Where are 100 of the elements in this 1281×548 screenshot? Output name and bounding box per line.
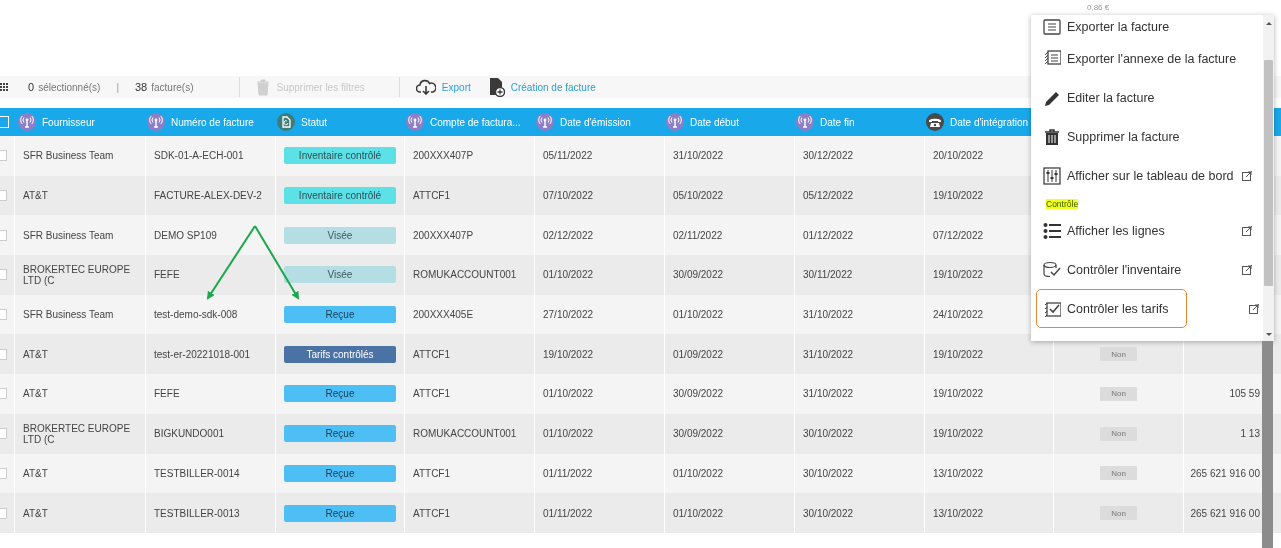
table-cell: 30/11/2022 xyxy=(803,269,853,281)
table-cell: 30/09/2022 xyxy=(673,388,724,400)
status-badge: Tarifs contrôlés xyxy=(284,345,396,363)
table-cell-text: BROKERTEC EUROPE LTD (C xyxy=(23,263,132,286)
table-row[interactable]: BROKERTEC EUROPE LTD (C BIGKUNDO001 Reçue ROMUKACCOUNT001 01/10/2022 30/09/2022 30/10/2022 19/10/2022 Non 1 13 xyxy=(0,413,1281,454)
signal-icon xyxy=(666,113,684,131)
selected-label: sélectionné(s) xyxy=(38,81,101,93)
separator-text: | xyxy=(116,81,119,93)
documents-icon xyxy=(1043,49,1061,68)
table-row[interactable]: AT&T FEFE Reçue ATTCF1 01/10/2022 30/09/2022 31/10/2022 19/10/2022 Non 105 59 xyxy=(0,374,1281,414)
table-cell: 05/10/2022 xyxy=(673,190,724,202)
table-cell: 01/12/2022 xyxy=(803,229,854,241)
trash-icon xyxy=(256,78,271,96)
menu-item[interactable]: Exporter la facture xyxy=(1036,15,1257,39)
table-cell-text: BROKERTEC EUROPE LTD (C xyxy=(23,422,132,445)
table-cell: 01/10/2022 xyxy=(673,467,724,479)
table-cell: ROMUKACCOUNT001 xyxy=(413,269,517,281)
status-badge: Reçue xyxy=(284,425,396,443)
table-cell: 13/10/2022 xyxy=(933,507,984,519)
table-cell: 31/10/2022 xyxy=(803,388,854,400)
status-badge: Reçue xyxy=(284,464,396,482)
telephone-icon xyxy=(926,113,944,131)
table-cell: FACTURE-ALEX-DEV-2 xyxy=(154,190,262,202)
sliders-icon xyxy=(1043,166,1061,185)
status-badge: Visée xyxy=(284,266,396,284)
checkbox-icon xyxy=(1043,299,1061,318)
table-cell: 19/10/2022 xyxy=(933,388,984,400)
status-badge: Reçue xyxy=(284,385,396,403)
table-cell: 19/10/2022 xyxy=(933,190,984,202)
status-badge: Non xyxy=(1100,386,1137,401)
table-cell: 07/12/2022 xyxy=(933,229,984,241)
status-badge: Inventaire contrôlé xyxy=(284,187,396,205)
table-cell: ATTCF1 xyxy=(413,388,451,400)
table-cell: 19/10/2022 xyxy=(543,348,594,360)
status-badge: Visée xyxy=(284,226,396,244)
table-cell: SDK-01-A-ECH-001 xyxy=(154,150,244,162)
scrollbar-thumb[interactable] xyxy=(1262,341,1273,548)
status-badge: Inventaire contrôlé xyxy=(284,147,396,165)
list-icon xyxy=(1043,221,1061,240)
table-cell: FEFE xyxy=(154,388,180,400)
table-cell: 30/10/2022 xyxy=(803,467,854,479)
menu-item[interactable]: Exporter l'annexe de la facture xyxy=(1036,39,1257,78)
table-cell: 200XXX405E xyxy=(413,309,474,321)
scroll-down-icon xyxy=(1265,332,1272,337)
menu-item[interactable]: Editer la facture xyxy=(1036,78,1257,117)
table-cell: 200XXX407P xyxy=(413,229,474,241)
signal-icon xyxy=(147,113,165,131)
table-cell: DEMO SP109 xyxy=(154,229,217,241)
table-cell: ATTCF1 xyxy=(413,507,451,519)
table-cell: TESTBILLER-0014 xyxy=(154,467,240,479)
status-badge: Non xyxy=(1100,426,1137,441)
table-cell: 19/10/2022 xyxy=(933,269,984,281)
status-badge: Reçue xyxy=(284,306,396,324)
table-cell: ROMUKACCOUNT001 xyxy=(413,428,517,440)
status-badge: Non xyxy=(1100,347,1137,362)
grid-icon xyxy=(0,83,8,91)
table-cell: SFR Business Team xyxy=(23,309,114,321)
status-badge: Non xyxy=(1100,466,1137,481)
table-cell: 24/10/2022 xyxy=(933,309,984,321)
table-cell: 19/10/2022 xyxy=(933,428,984,440)
table-row[interactable]: AT&T TESTBILLER-0014 Reçue ATTCF1 01/11/2022 01/10/2022 30/10/2022 13/10/2022 Non 265 621 916 00 xyxy=(0,453,1281,494)
selected-count: 0 xyxy=(28,81,35,93)
table-cell: test-er-20221018-001 xyxy=(154,348,251,360)
table-cell: ATTCF1 xyxy=(413,467,451,479)
table-cell: 265 621 916 00 xyxy=(1190,467,1260,479)
table-row[interactable]: AT&T test-er-20221018-001 Tarifs contrôlés ATTCF1 19/10/2022 01/09/2022 31/10/2022 19/10/2022 Non xyxy=(0,334,1281,375)
table-cell: 05/11/2022 xyxy=(543,150,593,162)
table-cell: AT&T xyxy=(23,190,48,202)
trash-icon xyxy=(1043,127,1061,146)
table-row[interactable]: AT&T TESTBILLER-0013 Reçue ATTCF1 01/11/2022 01/10/2022 30/10/2022 13/10/2022 Non 265 621 916 00 xyxy=(0,493,1281,533)
table-cell: 02/11/2022 xyxy=(673,229,723,241)
section-label: Contrôle xyxy=(1046,199,1079,209)
cloud-download-icon xyxy=(415,79,436,95)
table-cell: 01/11/2022 xyxy=(543,507,593,519)
table-cell: test-demo-sdk-008 xyxy=(154,309,238,321)
table-cell: 05/12/2022 xyxy=(803,190,854,202)
table-cell: AT&T xyxy=(23,348,48,360)
table-cell: 30/09/2022 xyxy=(673,428,724,440)
scrollbar[interactable] xyxy=(1263,15,1274,341)
scroll-up-icon xyxy=(1265,21,1272,26)
signal-icon xyxy=(536,113,554,131)
select-all-checkbox[interactable] xyxy=(0,116,9,128)
table-cell: 31/10/2022 xyxy=(673,150,724,162)
invoice-count: 38 xyxy=(135,81,148,93)
table-cell: 105 59 xyxy=(1229,388,1260,400)
table-cell: 01/10/2022 xyxy=(543,388,594,400)
document-refresh-icon xyxy=(277,113,295,131)
table-cell: 01/10/2022 xyxy=(543,269,594,281)
invoice-count-label: facture(s) xyxy=(151,81,194,93)
table-cell: AT&T xyxy=(23,467,48,479)
table-cell: 01/10/2022 xyxy=(543,428,594,440)
table-cell: 265 621 916 00 xyxy=(1190,507,1260,519)
table-cell: 01/10/2022 xyxy=(673,309,724,321)
table-cell: 01/09/2022 xyxy=(673,348,724,360)
table-cell: BIGKUNDO001 xyxy=(154,428,225,440)
table-cell: 13/10/2022 xyxy=(933,467,984,479)
table-cell: 31/10/2022 xyxy=(803,309,854,321)
table-cell: 30/10/2022 xyxy=(803,507,854,519)
table-cell: 30/12/2022 xyxy=(803,150,854,162)
table-cell: AT&T xyxy=(23,507,48,519)
